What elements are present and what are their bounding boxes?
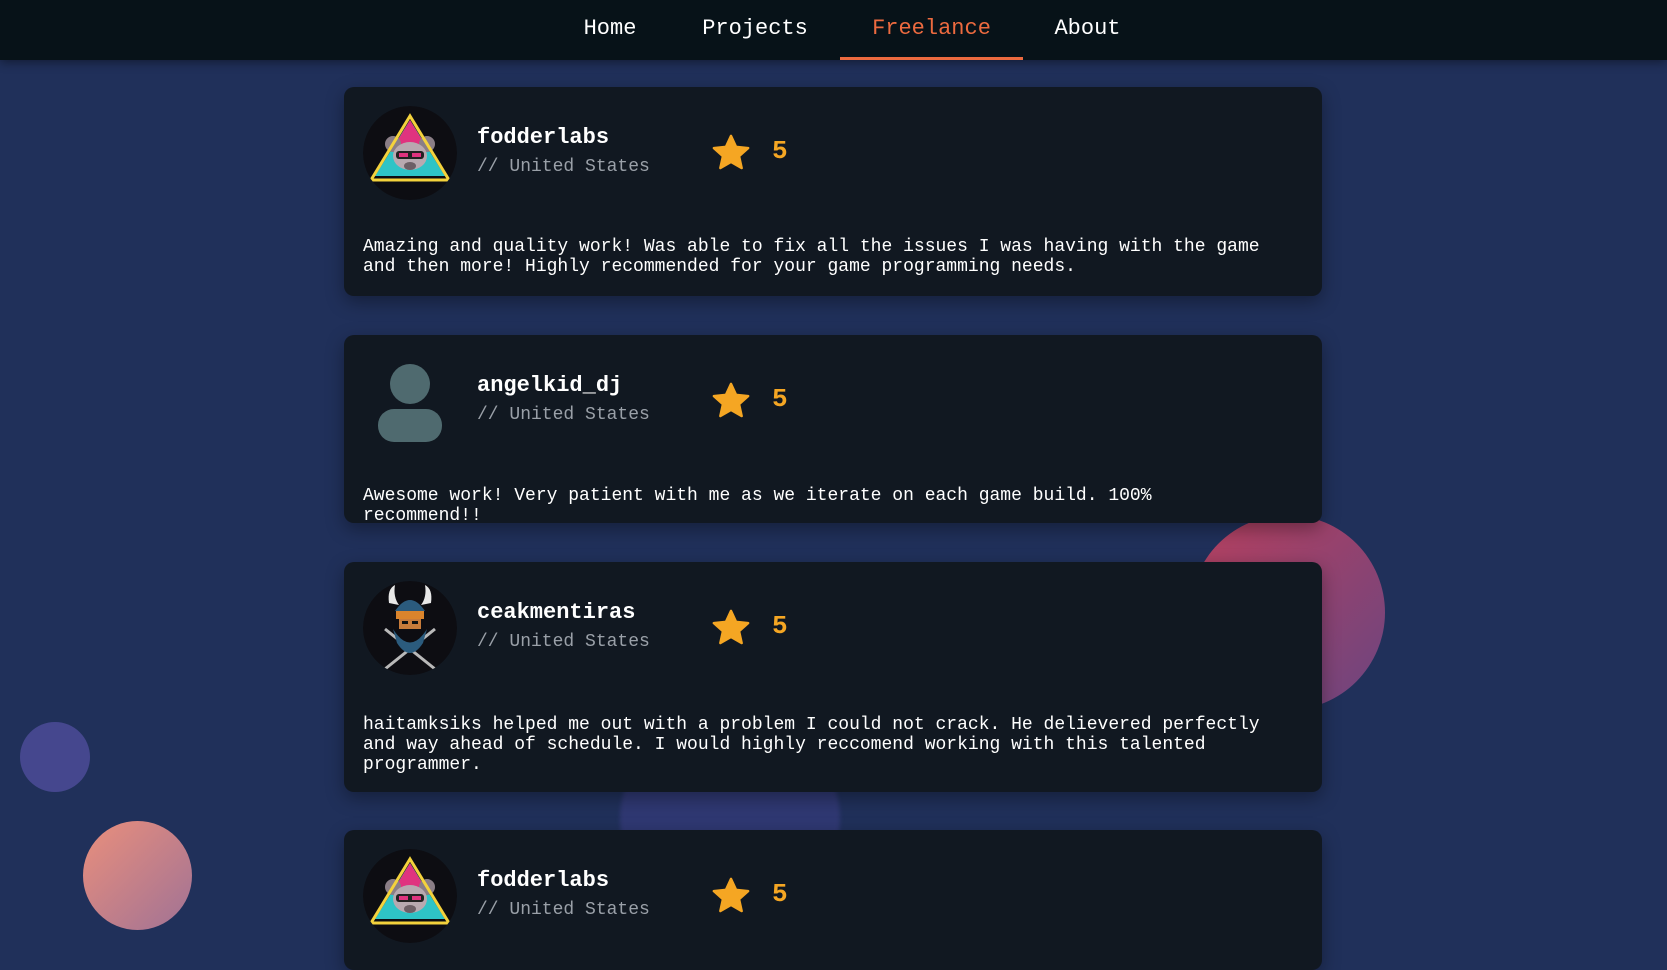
reviewer-name: ceakmentiras [477, 600, 636, 625]
rating-value: 5 [772, 879, 788, 909]
rating-value: 5 [772, 611, 788, 641]
nav-link-projects[interactable]: Projects [690, 0, 820, 60]
reviewer-name: fodderlabs [477, 125, 610, 150]
top-navigation-bar: Home Projects Freelance About [0, 0, 1667, 60]
review-text: haitamksiks helped me out with a problem… [363, 715, 1260, 775]
reviewer-country: // United States [477, 632, 650, 652]
review-card: fodderlabs // United States 5 Amazing an… [344, 87, 1322, 296]
star-icon [712, 382, 750, 418]
nav-link-freelance-label: Freelance [872, 16, 991, 41]
review-card: ceakmentiras // United States 5 haitamks… [344, 562, 1322, 792]
raccoon-logo-avatar [363, 849, 457, 943]
review-card: angelkid_dj // United States 5 Awesome w… [344, 335, 1322, 526]
rating-value: 5 [772, 384, 788, 414]
background-circle-blue [20, 722, 90, 792]
active-tab-underline [840, 57, 1023, 60]
review-card: fodderlabs // United States 5 [344, 830, 1322, 970]
nav-link-about[interactable]: About [1045, 0, 1130, 60]
nav-link-home[interactable]: Home [575, 0, 645, 60]
reviewer-name: angelkid_dj [477, 373, 623, 398]
user-silhouette-avatar [363, 354, 457, 448]
rating-value: 5 [772, 136, 788, 166]
reviewer-country: // United States [477, 900, 650, 920]
review-text: Awesome work! Very patient with me as we… [363, 486, 1152, 526]
review-text: Amazing and quality work! Was able to fi… [363, 237, 1260, 277]
reviewer-name: fodderlabs [477, 868, 610, 893]
raccoon-logo-avatar [363, 106, 457, 200]
star-icon [712, 877, 750, 913]
star-icon [712, 609, 750, 645]
reviewer-country: // United States [477, 157, 650, 177]
star-icon [712, 134, 750, 170]
background-circle-coral [83, 821, 192, 930]
viking-logo-avatar [363, 581, 457, 675]
nav-link-freelance[interactable]: Freelance [840, 0, 1023, 60]
reviewer-country: // United States [477, 405, 650, 425]
